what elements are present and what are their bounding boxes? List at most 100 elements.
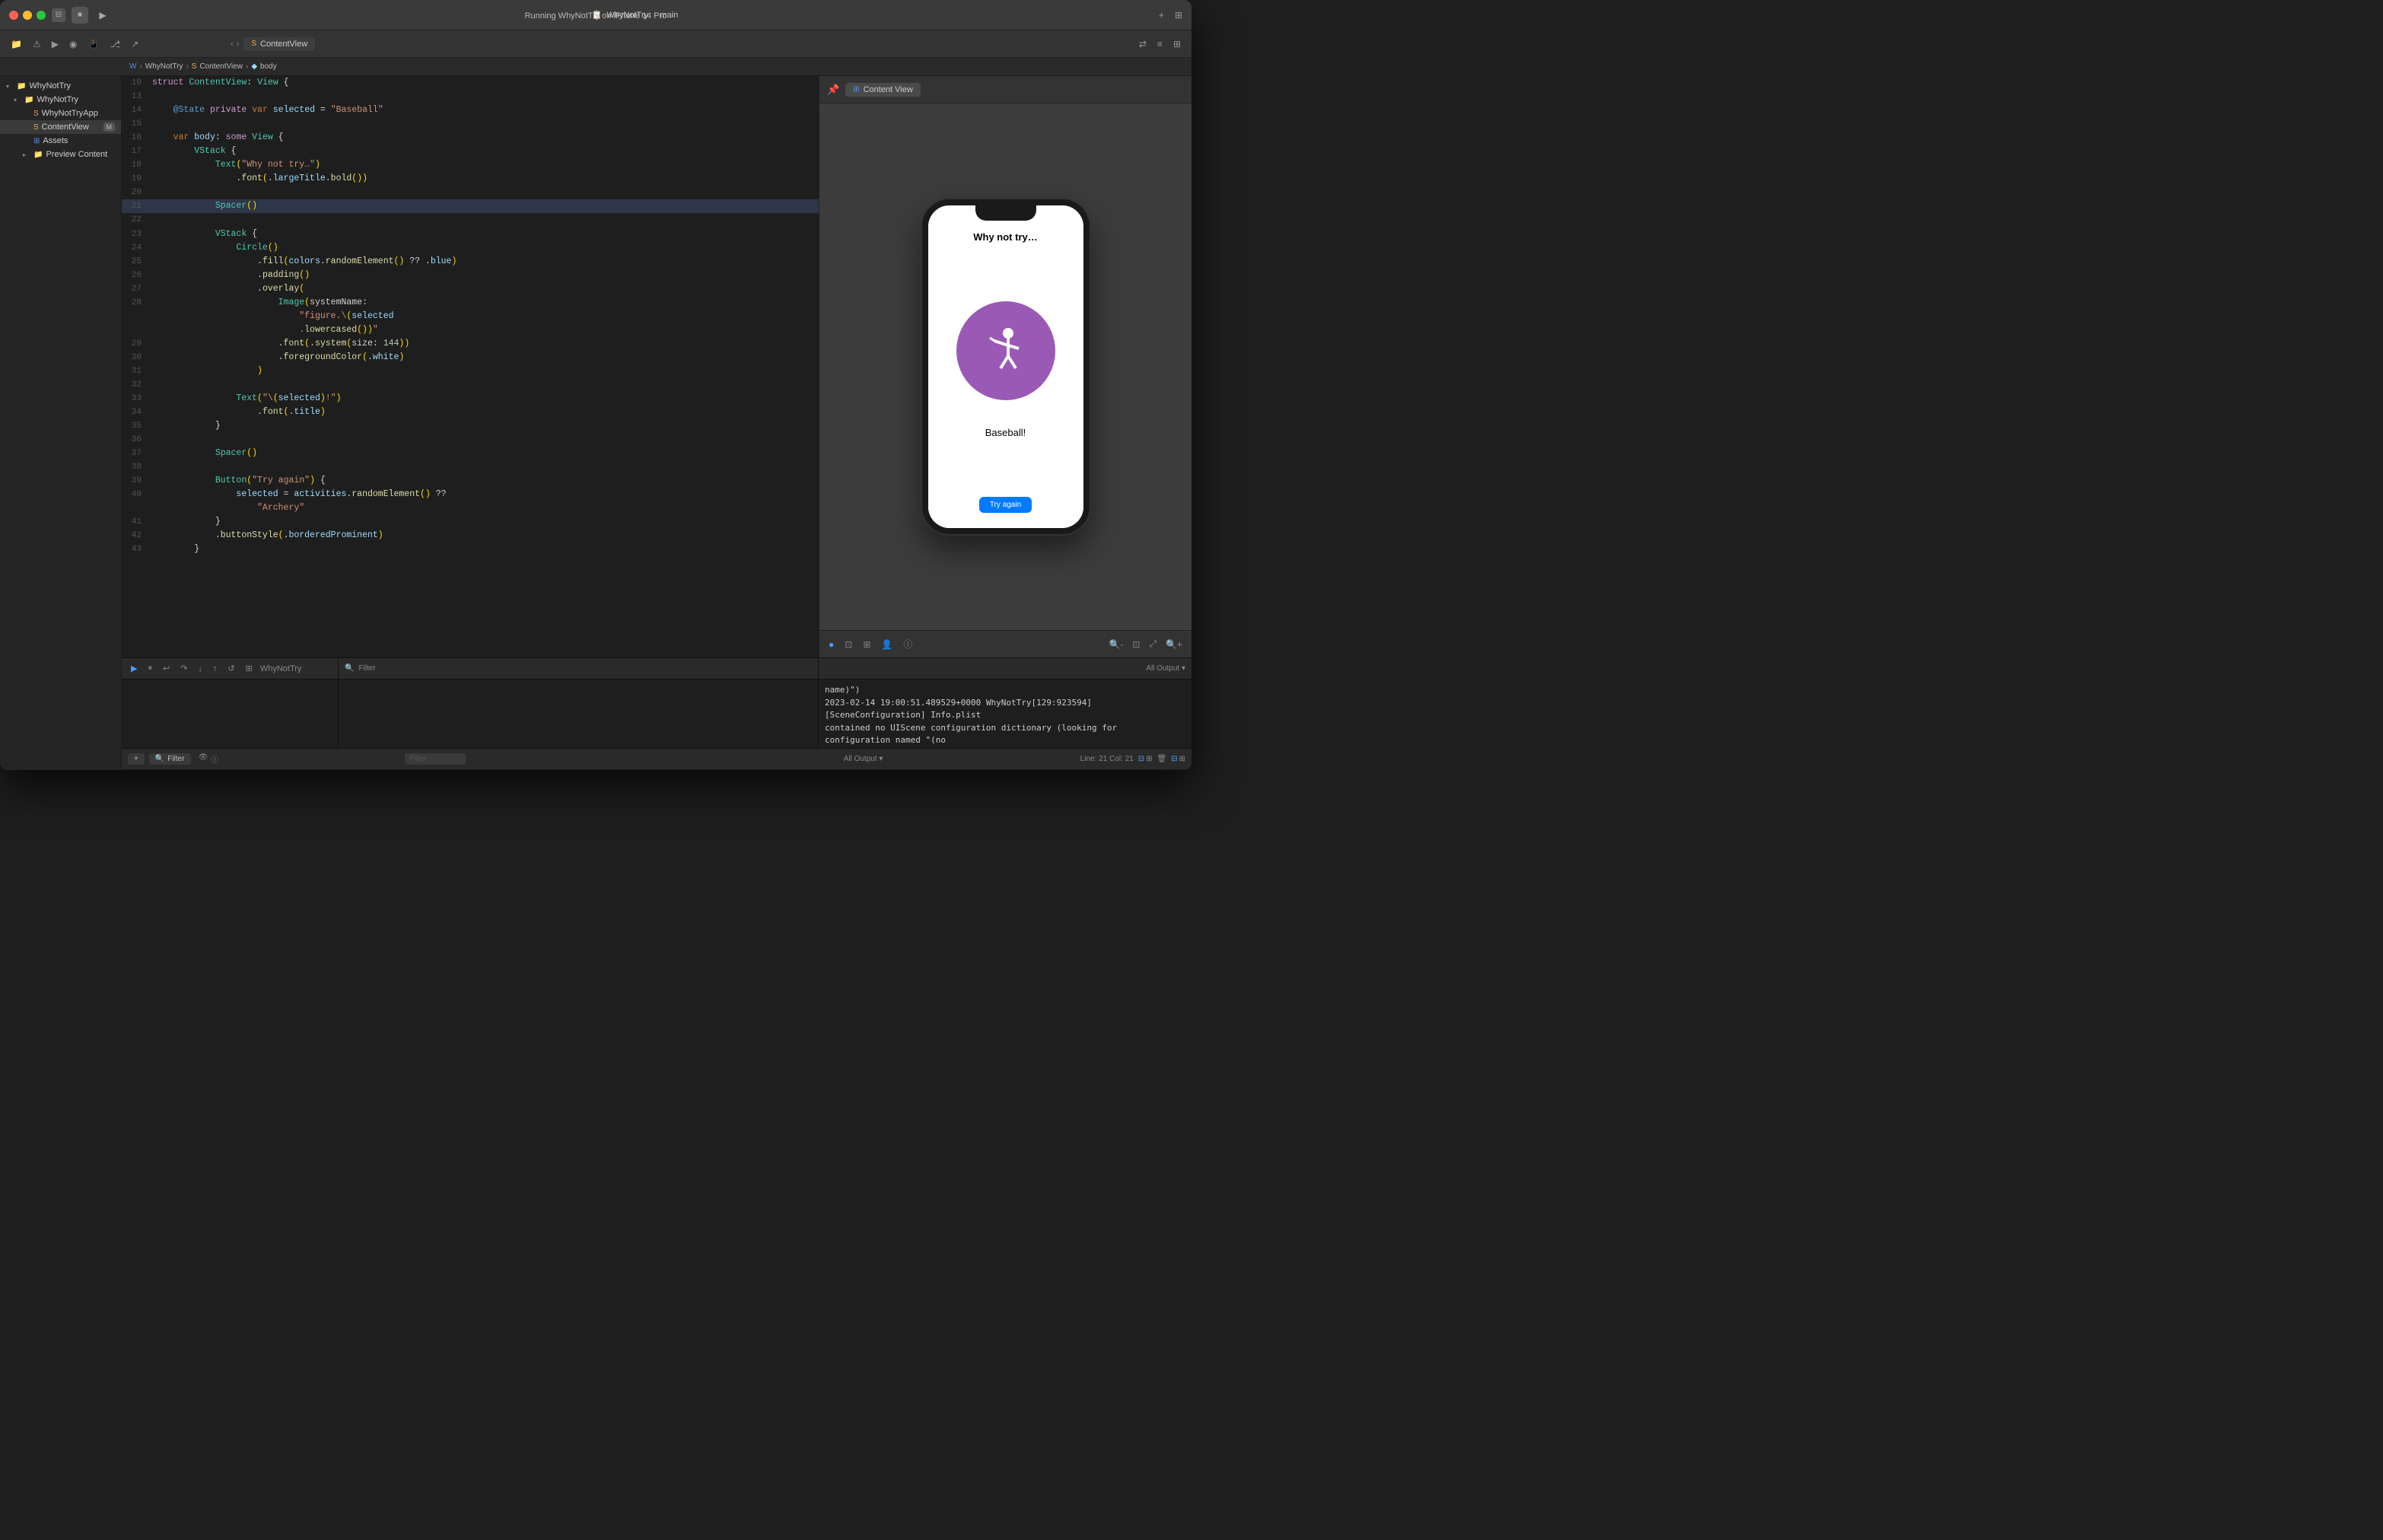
breadcrumb-bar: W › WhyNotTry › S ContentView › ◆ body: [0, 58, 1192, 76]
breadcrumb-symbol[interactable]: body: [260, 62, 277, 71]
preview-stop-icon[interactable]: ⊡: [842, 638, 855, 651]
fullscreen-button[interactable]: [37, 11, 46, 20]
split-editor-icon[interactable]: ⇄: [1136, 37, 1150, 51]
git-icon[interactable]: ⎇: [107, 37, 123, 51]
output-toolbar: All Output ▾: [819, 658, 1192, 679]
filter-icon: 🔍: [345, 664, 354, 673]
add-editor-button[interactable]: +: [1159, 10, 1164, 21]
try-again-button[interactable]: Try again: [979, 497, 1032, 513]
run-icon[interactable]: ▶: [49, 37, 62, 51]
filter-toggle-button[interactable]: 🔍 Filter: [149, 753, 191, 765]
toolbar-left: 📁 ⚠ ▶ ◉ 📱 ⎇ ↗: [8, 37, 224, 51]
split-view-icon[interactable]: ⊟: [1138, 755, 1144, 763]
bottom-left: ▶ ⏸ ↩ ↷ ↓ ↑ ↺ ⊞ WhyNotTry: [122, 658, 339, 748]
code-line-28c: .lowercased())": [122, 323, 819, 337]
breadcrumb-file[interactable]: ContentView: [199, 62, 243, 71]
breadcrumb-sep2: ›: [186, 62, 188, 71]
sidebar-toggle-icon[interactable]: ⊟: [52, 8, 65, 22]
breadcrumb-project[interactable]: WhyNotTry: [145, 62, 183, 71]
breadcrumb-project-icon: W: [129, 62, 136, 71]
add-file-button[interactable]: +: [128, 753, 145, 765]
code-line-22: 22: [122, 213, 819, 227]
filter-icon2[interactable]: ⊞: [1179, 755, 1185, 763]
debug-pause-icon[interactable]: ⏸: [145, 662, 155, 675]
sidebar-item-root[interactable]: ▾ 📁 WhyNotTry: [0, 79, 121, 93]
bottom-middle: 🔍 Filter: [339, 658, 819, 748]
zoom-100-icon[interactable]: ⊡: [1129, 638, 1143, 651]
sidebar-item-preview[interactable]: ▸ 📁 Preview Content: [0, 148, 121, 161]
plus-icon: +: [134, 755, 138, 763]
info-icon[interactable]: ⓘ: [211, 753, 218, 765]
debug-restart-icon[interactable]: ↺: [224, 662, 237, 675]
sport-circle: [956, 301, 1055, 400]
inspector-icon[interactable]: ⊞: [1170, 37, 1184, 51]
output-selector[interactable]: All Output ▾: [1146, 664, 1185, 673]
app-title: Why not try…: [973, 231, 1038, 243]
close-button[interactable]: [9, 11, 18, 20]
status-bar-right: Line: 21 Col: 21 ⊟ ⊞ 🗑 ⊟ ⊞: [1080, 755, 1185, 763]
run-button[interactable]: ▶: [94, 7, 111, 24]
full-view-icon[interactable]: ⊞: [1146, 755, 1152, 763]
nav-back[interactable]: ‹ ›: [231, 40, 239, 49]
content-view-tab[interactable]: S ContentView: [243, 37, 315, 51]
share-icon[interactable]: ↗: [128, 37, 142, 51]
debug-step-over-icon[interactable]: ↷: [177, 662, 190, 675]
chevron-down-icon: ▾: [6, 83, 14, 90]
sidebar-item-contentview[interactable]: ▸ S ContentView M: [0, 120, 121, 134]
tab-label: ContentView: [260, 40, 307, 49]
layout-button[interactable]: ⊞: [1175, 10, 1182, 21]
pin-icon[interactable]: 📌: [827, 84, 839, 96]
swift-file-icon: S: [251, 40, 256, 48]
code-line-43: 43 }: [122, 542, 819, 556]
preview-info-icon[interactable]: ⓘ: [900, 636, 915, 652]
debug-memory-icon[interactable]: ⊞: [243, 662, 256, 675]
minimize-button[interactable]: [23, 11, 32, 20]
zoom-fit-icon[interactable]: ⤢: [1146, 637, 1160, 651]
code-line-26: 26 .padding(): [122, 269, 819, 282]
folder-icon: 📁: [17, 82, 26, 91]
run-status-text: Running WhyNotTry on iPhone 14 Pro: [525, 11, 667, 21]
folder-icon: 📁: [8, 37, 25, 51]
zoom-out-icon[interactable]: 🔍-: [1106, 638, 1126, 651]
preview-device-icon[interactable]: 👤: [878, 638, 896, 651]
sidebar-item-app[interactable]: ▸ S WhyNotTryApp: [0, 107, 121, 120]
pbt-left: ● ⊡ ⊞ 👤 ⓘ: [826, 636, 915, 652]
debug-step-out-icon[interactable]: ↑: [210, 663, 221, 675]
device-icon[interactable]: 📱: [84, 37, 102, 51]
console-filter-input[interactable]: Filter: [405, 753, 466, 765]
code-line-38: 38: [122, 460, 819, 474]
preview-play-icon[interactable]: ●: [826, 638, 837, 651]
stop-button[interactable]: ■: [72, 7, 88, 24]
preview-tab[interactable]: ⊞ Content View: [845, 83, 921, 97]
line-col-status: Line: 21 Col: 21: [1080, 755, 1134, 763]
titlebar-actions: + ⊞: [1159, 10, 1182, 21]
minimap-icon[interactable]: ≡: [1154, 37, 1166, 51]
debug-play-icon[interactable]: ▶: [128, 662, 140, 675]
scheme-label: WhyNotTry: [260, 664, 302, 673]
preview-grid-icon[interactable]: ⊞: [860, 638, 873, 651]
code-editor[interactable]: 10 struct ContentView: View { 13 14 @Sta…: [122, 76, 819, 657]
debug-step-into-icon[interactable]: ↓: [195, 663, 205, 675]
code-line-20: 20: [122, 186, 819, 199]
code-line-17: 17 VStack {: [122, 145, 819, 158]
sidebar-item-assets[interactable]: ▸ ⊞ Assets: [0, 134, 121, 148]
code-line-19: 19 .font(.largeTitle.bold()): [122, 172, 819, 186]
eye-icon[interactable]: 👁: [199, 753, 208, 765]
output-line-2: 2023-02-14 19:00:51.489529+0000 WhyNotTr…: [825, 697, 1185, 722]
warning-icon[interactable]: ⚠: [30, 37, 44, 51]
console-filter-icons: ⊟ ⊞: [1171, 755, 1185, 763]
breakpoint-icon[interactable]: ◉: [66, 37, 80, 51]
chevron-right-icon: ▸: [23, 151, 30, 158]
sidebar-item-subfolder[interactable]: ▾ 📁 WhyNotTry: [0, 93, 121, 107]
debug-step-back-icon[interactable]: ↩: [160, 662, 173, 675]
code-line-31: 31 ): [122, 364, 819, 378]
trash-icon[interactable]: 🗑: [1157, 755, 1167, 763]
zoom-in-icon[interactable]: 🔍+: [1163, 638, 1185, 651]
code-line-18: 18 Text("Why not try…"): [122, 158, 819, 172]
filter-icon-blue[interactable]: ⊟: [1171, 755, 1177, 763]
baseball-figure-icon: [979, 324, 1032, 377]
editor-preview-top: 10 struct ContentView: View { 13 14 @Sta…: [122, 76, 1192, 657]
output-selector-label[interactable]: All Output ▾: [844, 755, 883, 763]
sport-label: Baseball!: [985, 427, 1026, 438]
main-area: ▾ 📁 WhyNotTry ▾ 📁 WhyNotTry ▸ S WhyNotTr…: [0, 76, 1192, 770]
